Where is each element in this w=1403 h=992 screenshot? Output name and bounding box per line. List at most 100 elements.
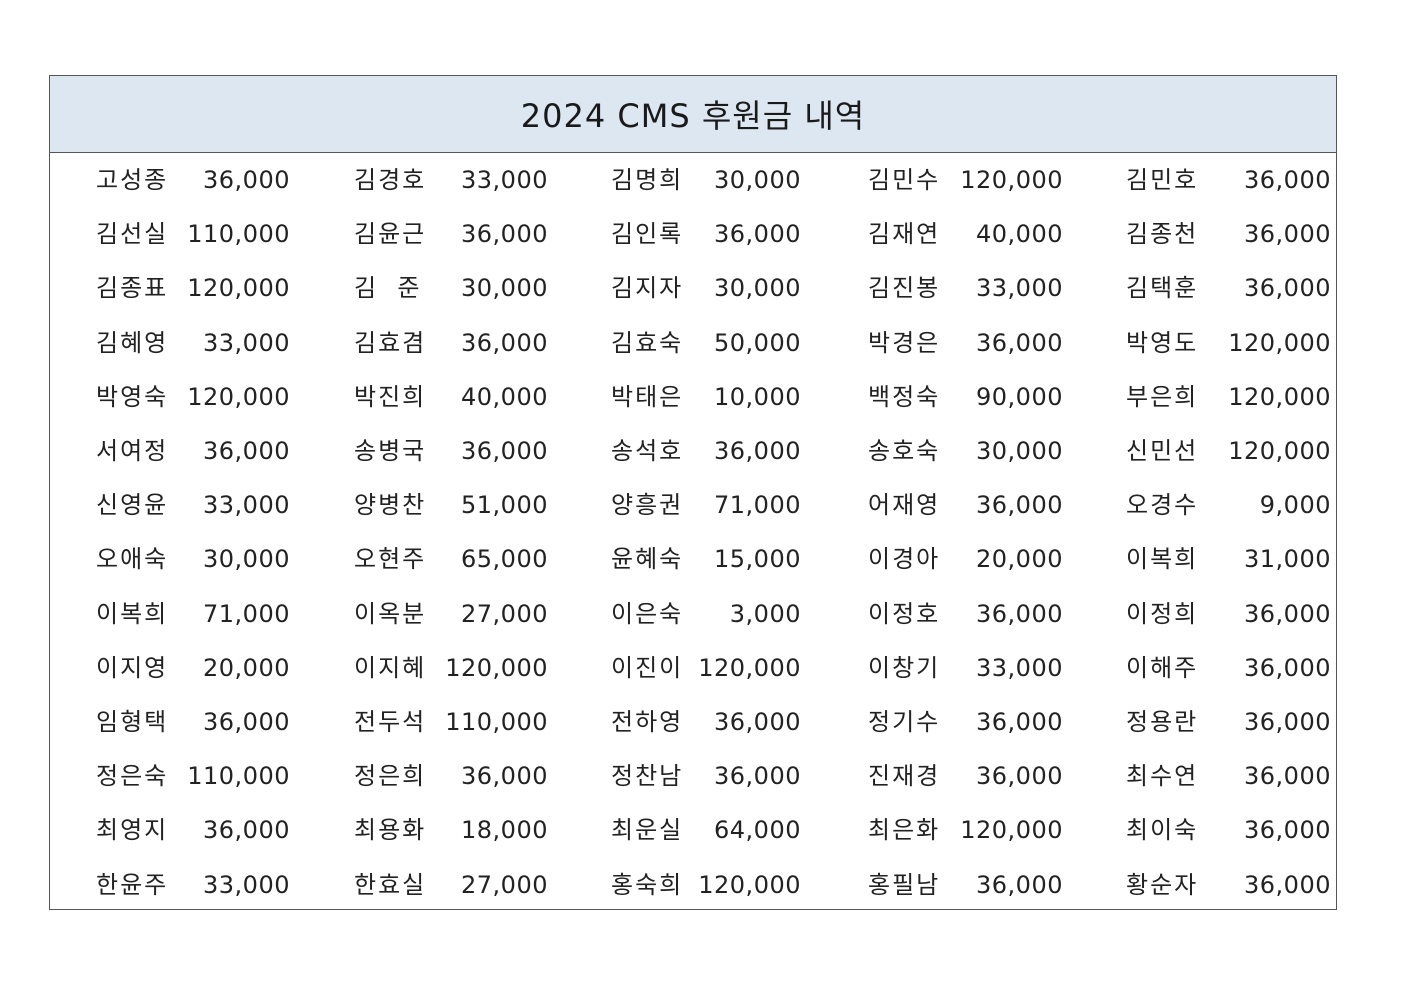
donor-entry: 이경아 20,000	[868, 532, 1063, 586]
donation-amount: 40,000	[461, 382, 548, 411]
table-row: 신영윤 33,000 양병찬 51,000 양흥권 71,000 어재영 36,000 오경수 9…	[50, 478, 1336, 532]
donor-name: 이지혜	[354, 653, 427, 682]
title-bar: 2024 CMS 후원금 내역	[50, 76, 1336, 153]
donation-amount: 20,000	[976, 545, 1063, 574]
donation-amount: 33,000	[203, 328, 290, 357]
table-row: 서여정 36,000 송병국 36,000 송석호 36,000 송호숙 30,000 신민선 1…	[50, 424, 1336, 478]
donor-name: 홍숙희	[611, 870, 684, 899]
donor-entry: 정은희 36,000	[354, 749, 548, 803]
donor-entry: 김선실 110,000	[96, 207, 290, 261]
donor-name: 양흥권	[611, 491, 684, 520]
donation-amount: 36,000	[1244, 274, 1331, 303]
donor-entry: 김경호 33,000	[354, 153, 548, 207]
donor-entry: 최은화 120,000	[868, 803, 1063, 857]
donor-name: 김지자	[611, 274, 684, 303]
donor-entry: 김혜영 33,000	[96, 316, 290, 370]
donor-entry: 최용화 18,000	[354, 803, 548, 857]
donation-grid: 고성종 36,000 김경호 33,000 김명희 30,000 김민수 120,000 김민호…	[50, 153, 1336, 909]
donor-entry: 이지영 20,000	[96, 641, 290, 695]
donor-name: 이복희	[96, 599, 169, 628]
donation-amount: 120,000	[187, 274, 290, 303]
donation-amount: 27,000	[461, 599, 548, 628]
donor-entry: 송병국 36,000	[354, 424, 548, 478]
table-row: 한윤주 33,000 한효실 27,000 홍숙희 120,000 홍필남 36,000 황순자…	[50, 858, 1336, 912]
donor-name: 최용화	[354, 816, 427, 845]
donor-entry: 김효겸 36,000	[354, 316, 548, 370]
donation-amount: 36,000	[714, 762, 801, 791]
donor-entry: 한윤주 33,000	[96, 858, 290, 912]
donor-entry: 김윤근 36,000	[354, 207, 548, 261]
table-row: 오애숙 30,000 오현주 65,000 윤혜숙 15,000 이경아 20,000 이복희 3…	[50, 532, 1336, 586]
donation-sheet: 2024 CMS 후원금 내역 고성종 36,000 김경호 33,000 김명희 30,…	[49, 75, 1337, 910]
donation-amount: 120,000	[698, 870, 801, 899]
donor-name: 이정희	[1126, 599, 1199, 628]
donor-name: 전두석	[354, 708, 427, 736]
donor-name: 정기수	[868, 708, 941, 736]
donor-name: 최영지	[96, 816, 169, 845]
donation-amount: 36,000	[203, 437, 290, 465]
donor-name: 이해주	[1126, 653, 1199, 682]
donor-entry: 한효실 27,000	[354, 858, 548, 912]
donor-name: 오현주	[354, 545, 427, 574]
donor-entry: 이옥분 27,000	[354, 587, 548, 641]
donation-amount: 36,000	[1244, 653, 1331, 682]
donor-entry: 전두석 110,000	[354, 695, 548, 749]
donor-name: 김인록	[611, 220, 684, 249]
donation-amount: 3,000	[729, 599, 801, 628]
donor-name: 김민수	[868, 166, 941, 194]
donor-entry: 이복희 71,000	[96, 587, 290, 641]
donor-entry: 박영숙 120,000	[96, 370, 290, 424]
donation-amount: 120,000	[445, 653, 548, 682]
donor-entry: 정기수 36,000	[868, 695, 1063, 749]
donation-amount: 36,000	[1244, 220, 1331, 249]
donation-amount: 120,000	[960, 816, 1063, 845]
donor-name: 박태은	[611, 382, 684, 411]
table-row: 이지영 20,000 이지혜 120,000 이진이 120,000 이창기 33,000 이해…	[50, 641, 1336, 695]
donor-entry: 최이숙 36,000	[1126, 803, 1331, 857]
donation-amount: 31,000	[1244, 545, 1331, 574]
donor-name: 한윤주	[96, 870, 169, 899]
donor-name: 김효숙	[611, 328, 684, 357]
donor-entry: 김 준 30,000	[354, 261, 548, 315]
donation-amount: 64,000	[714, 816, 801, 845]
donation-amount: 27,000	[461, 870, 548, 899]
donor-entry: 고성종 36,000	[96, 153, 290, 207]
donor-name: 어재영	[868, 491, 941, 520]
donor-name: 김경호	[354, 166, 427, 194]
donor-entry: 송호숙 30,000	[868, 424, 1063, 478]
donor-name: 김택훈	[1126, 274, 1199, 303]
donor-entry: 서여정 36,000	[96, 424, 290, 478]
donor-entry: 김민수 120,000	[868, 153, 1063, 207]
donor-entry: 김종표 120,000	[96, 261, 290, 315]
donor-entry: 진재경 36,000	[868, 749, 1063, 803]
donor-entry: 최영지 36,000	[96, 803, 290, 857]
donor-name: 박영숙	[96, 382, 169, 411]
donor-name: 황순자	[1126, 870, 1199, 899]
donor-entry: 김재연 40,000	[868, 207, 1063, 261]
donor-entry: 김종천 36,000	[1126, 207, 1331, 261]
donor-name: 김윤근	[354, 220, 427, 249]
donation-amount: 36,000	[1244, 762, 1331, 791]
donor-name: 오애숙	[96, 545, 169, 574]
donor-name: 양병찬	[354, 491, 427, 520]
donation-amount: 71,000	[203, 599, 290, 628]
donation-amount: 36,000	[976, 599, 1063, 628]
donor-entry: 백정숙 90,000	[868, 370, 1063, 424]
donation-amount: 33,000	[203, 870, 290, 899]
donor-name: 정은희	[354, 762, 427, 791]
table-row: 임형택 36,000 전두석 110,000 전하영 36,000 정기수 36,000 정용란…	[50, 695, 1336, 749]
donor-name: 홍필남	[868, 870, 941, 899]
donor-entry: 김지자 30,000	[611, 261, 801, 315]
donor-name: 백정숙	[868, 382, 941, 411]
donation-amount: 15,000	[714, 545, 801, 574]
donor-entry: 정찬남 36,000	[611, 749, 801, 803]
donation-amount: 30,000	[714, 166, 801, 194]
donation-amount: 40,000	[976, 220, 1063, 249]
donor-name: 박진희	[354, 382, 427, 411]
donor-name: 정찬남	[611, 762, 684, 791]
donor-name: 최운실	[611, 816, 684, 845]
donor-name: 최이숙	[1126, 816, 1199, 845]
donor-name: 송호숙	[868, 437, 941, 465]
donor-name: 김민호	[1126, 166, 1199, 194]
donation-amount: 36,000	[976, 762, 1063, 791]
